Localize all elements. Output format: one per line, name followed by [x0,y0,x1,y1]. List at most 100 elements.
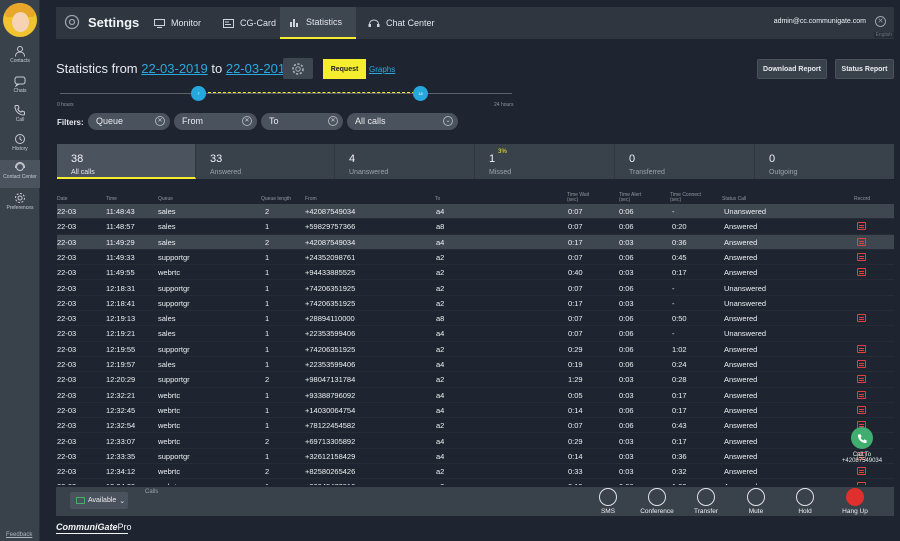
slider-end-handle[interactable]: 18 [413,86,428,101]
close-icon[interactable]: ✕ [875,16,886,27]
table-row[interactable]: 22-03 11:48:57 sales 1 +59829757366 a8 0:07 0:0… [57,219,894,235]
availability-select[interactable]: Available ⌄ [70,492,128,509]
summary-missed[interactable]: 13% Missed [475,144,615,179]
clear-icon[interactable]: ✕ [155,116,165,126]
to-filter[interactable]: To ✕ [261,113,343,130]
table-row[interactable]: 22-03 12:19:55 supportgr 1 +74206351925 a2 0:2… [57,342,894,357]
table-cell: 0:17 [568,237,583,247]
column-header[interactable]: Queue length [261,197,291,202]
queue-filter[interactable]: Queue ✕ [88,113,170,130]
summary-all-calls[interactable]: 38 All calls [57,144,196,179]
column-header[interactable]: Record [854,197,870,202]
clear-icon[interactable]: ✕ [242,116,252,126]
table-row[interactable]: 22-03 12:18:41 supportgr 1 +74206351925 a2 0:1… [57,296,894,312]
column-header[interactable]: Date [57,197,68,202]
from-filter[interactable]: From ✕ [174,113,257,130]
slider-start-handle[interactable]: 7 [191,86,206,101]
user-account[interactable]: admin@cc.communigate.com [774,18,866,25]
table-row[interactable]: 22-03 12:19:57 sales 1 +22353599406 a4 0:19 0:0… [57,357,894,373]
feedback-link[interactable]: Feedback [6,532,32,538]
table-row[interactable]: 22-03 11:49:29 sales 2 +42087549034 a4 0:17 0:0… [57,234,894,250]
record-icon[interactable] [857,482,866,485]
summary-unanswered[interactable]: 4 Unanswered [335,144,475,179]
table-row[interactable]: 22-03 12:19:13 sales 1 +28894110000 a8 0:07 0:0… [57,311,894,327]
record-icon[interactable] [857,237,866,246]
record-icon[interactable] [857,360,866,368]
hold-button[interactable]: Hold [786,488,824,515]
status-report-button[interactable]: Status Report [835,59,894,79]
avatar[interactable] [3,3,37,37]
record-icon[interactable] [857,375,866,384]
column-header[interactable]: Time [106,197,117,202]
tab-cg-card[interactable]: CG-Card [213,7,286,39]
language-label[interactable]: English [873,32,894,38]
column-header[interactable]: Time Alert (sec) [619,193,653,203]
record-icon[interactable] [857,222,866,231]
table-row[interactable]: 22-03 12:32:45 webrtc 1 +14030064754 a4 0:14 0:… [57,403,894,419]
table-cell: 0:17 [672,268,687,278]
table-row[interactable]: 22-03 11:48:43 sales 2 +42087549034 a4 0:07 0:0… [57,204,894,220]
summary-answered[interactable]: 33 Answered [196,144,335,179]
conference-button[interactable]: Conference [638,488,676,515]
table-row[interactable]: 22-03 12:34:12 webrtc 2 +82580265426 a2 0:33 0:… [57,464,894,480]
sidebar-item-contact-center[interactable]: Contact Center [0,160,40,188]
record-icon[interactable] [857,344,866,353]
record-icon[interactable] [857,268,866,277]
mute-button[interactable]: Mute [737,488,775,515]
sidebar-item-history[interactable]: History [0,132,40,160]
call-button[interactable] [851,427,873,449]
time-range-slider[interactable]: 7 18 [60,86,512,101]
column-header[interactable]: Time Wait (sec) [567,193,601,203]
column-header[interactable]: From [305,197,317,202]
sidebar-item-chats[interactable]: Chats [0,74,40,102]
table-cell: +74206351925 [305,344,356,354]
sms-button[interactable]: SMS [589,488,627,515]
summary-transferred[interactable]: 0 Transferred [615,144,755,179]
settings-button[interactable] [283,58,313,79]
request-button[interactable]: Request [323,59,366,79]
table-row[interactable]: 22-03 12:32:21 webrtc 1 +93388796092 a4 0:05 0:… [57,388,894,403]
queue-filter-label: Queue [96,116,124,126]
sidebar-item-contacts[interactable]: Contacts [0,44,40,72]
table-row[interactable]: 22-03 11:49:33 supportgr 1 +24352098761 a2 0:0… [57,250,894,266]
column-header[interactable]: To [435,197,440,202]
summary-count: 0 [769,153,776,165]
call-to-widget[interactable]: Call To +42087549034 [836,427,888,464]
hang-up-button[interactable]: Hang Up [836,488,874,515]
download-report-button[interactable]: Download Report [757,59,827,79]
record-icon[interactable] [857,252,866,261]
table-row[interactable]: 22-03 12:33:35 supportgr 1 +32612158429 a4 0:1… [57,449,894,465]
logo-main: CommuniGate [56,522,118,532]
column-header[interactable]: Queue [158,197,173,202]
tab-monitor[interactable]: Monitor [144,7,211,39]
sidebar-item-preferences[interactable]: Preferences [0,191,40,219]
table-cell: 12:20:29 [106,375,136,385]
record-icon[interactable] [857,390,866,399]
record-icon[interactable] [857,467,866,476]
tab-statistics[interactable]: Statistics [280,7,356,39]
graphs-link[interactable]: Graphs [369,65,395,74]
table-row[interactable]: 22-03 12:19:21 sales 1 +22353599406 a4 0:07 0:0… [57,326,894,342]
table-row[interactable]: 22-03 12:32:54 webrtc 1 +78122454582 a2 0:07 0:… [57,418,894,434]
table-cell: 0:06 [619,360,634,369]
record-icon[interactable] [857,314,866,323]
table-cell: +14030064754 [305,405,356,415]
transfer-button[interactable]: Transfer [687,488,725,515]
table-row[interactable]: 22-03 12:33:07 webrtc 2 +69713305892 a4 0:29 0:… [57,434,894,449]
record-icon[interactable] [857,405,866,414]
column-header[interactable]: Time Connect (sec) [670,193,710,203]
clear-icon[interactable]: ✕ [328,116,338,126]
table-row[interactable]: 22-03 12:34:29 webrtc 1 +38945472910 a2 0:19 0:… [57,479,894,485]
table-cell: 0:06 [619,344,634,354]
table-row[interactable]: 22-03 12:20:29 supportgr 2 +98047131784 a2 1:2… [57,372,894,388]
table-row[interactable]: 22-03 11:49:55 webrtc 1 +94433885525 a2 0:40 0:… [57,265,894,281]
column-header[interactable]: Status Call [722,197,746,202]
table-cell: 1:29 [568,375,583,385]
tab-chat-center[interactable]: Chat Center [358,7,445,39]
table-cell: 0:19 [568,482,583,485]
calls-filter-select[interactable]: All calls ⌄ [347,113,458,130]
date-from[interactable]: 22-03-2019 [141,61,208,76]
table-row[interactable]: 22-03 12:18:31 supportgr 1 +74206351925 a2 0:0… [57,281,894,296]
sidebar-item-call[interactable]: Call [0,103,40,131]
summary-outgoing[interactable]: 0 Outgoing [755,144,894,179]
